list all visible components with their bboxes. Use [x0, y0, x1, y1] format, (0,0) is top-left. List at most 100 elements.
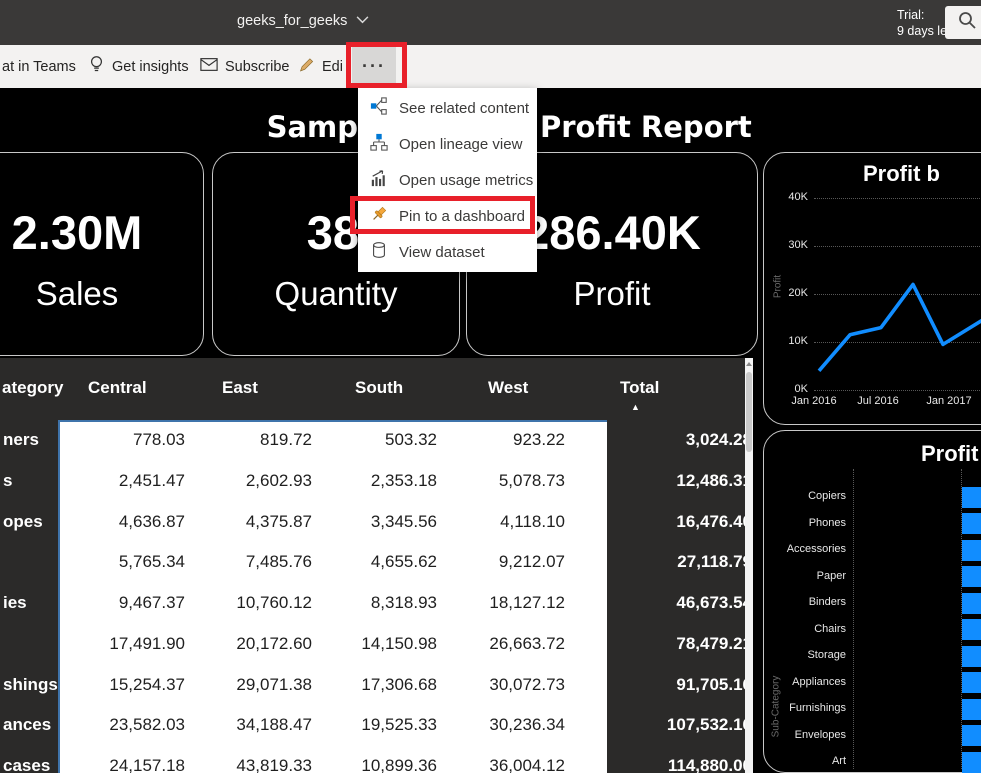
y-gridline-20K — [814, 294, 981, 295]
lightbulb-icon — [88, 55, 105, 78]
more-options-dropdown-menu: See related content Open lineage view Open… — [358, 88, 537, 272]
cell-central: 2,451.47 — [118, 470, 185, 490]
col-header-category[interactable]: ategory — [2, 378, 63, 398]
cell-east: 34,188.47 — [236, 715, 312, 735]
matrix-table-visual[interactable]: ategory Central East South West Total ▲ … — [0, 358, 753, 773]
bar-label-envelopes: Envelopes — [794, 728, 846, 741]
col-header-total[interactable]: Total — [620, 378, 659, 398]
menu-item-label: View dataset — [399, 243, 485, 261]
cell-west: 30,072.73 — [489, 674, 565, 694]
quantity-label: Quantity — [274, 275, 398, 312]
report-name-dropdown[interactable]: geeks_for_geeks — [237, 13, 369, 29]
profit-bar-chart-visual[interactable]: Profit Sub-Category Copiers Phones Accesso… — [763, 430, 981, 773]
search-icon — [957, 10, 977, 35]
cell-east: 7,485.76 — [245, 552, 312, 572]
edit-button[interactable]: Edi — [298, 45, 343, 88]
table-header-row: ategory Central East South West Total ▲ — [0, 358, 753, 420]
table-scrollbar[interactable] — [745, 358, 753, 773]
y-tick-0K: 0K — [794, 383, 808, 395]
cell-west: 30,236.34 — [489, 715, 565, 735]
cell-south: 19,525.33 — [361, 715, 437, 735]
cell-east: 20,172.60 — [236, 633, 312, 653]
cell-west: 36,004.12 — [489, 756, 565, 773]
table-row: opes 4,636.87 4,375.87 3,345.56 4,118.10 16,4… — [0, 502, 753, 543]
y-gridline-10K — [814, 342, 981, 343]
menu-item-label: See related content — [399, 99, 530, 117]
bar-label-chairs: Chairs — [814, 622, 846, 635]
cell-east: 29,071.38 — [236, 674, 312, 694]
more-options-button[interactable]: ··· — [352, 45, 396, 88]
x-tick-Jan-2016: Jan 2016 — [791, 395, 837, 407]
cell-total: 16,476.40 — [676, 511, 752, 531]
usage-metrics-icon — [370, 169, 388, 191]
cell-total: 46,673.54 — [676, 593, 752, 613]
sales-kpi-card[interactable]: 2.30M Sales — [0, 152, 204, 356]
subscribe-button[interactable]: Subscribe — [200, 45, 289, 88]
cell-west: 5,078.73 — [498, 470, 565, 490]
bar-appliances — [962, 672, 981, 693]
scrollbar-thumb[interactable] — [746, 372, 752, 452]
cell-total: 78,479.21 — [676, 633, 752, 653]
pin-icon — [370, 205, 388, 227]
table-row: shings 15,254.37 29,071.38 17,306.68 30,072.… — [0, 665, 753, 706]
chat-in-teams-button[interactable]: at in Teams — [2, 45, 76, 88]
report-name: geeks_for_geeks — [237, 13, 348, 29]
bar-label-storage: Storage — [807, 649, 846, 661]
cell-east: 819.72 — [260, 430, 312, 449]
menu-item-open-usage-metrics[interactable]: Open usage metrics — [358, 162, 537, 198]
sales-label: Sales — [35, 275, 119, 312]
quantity-value: 38 — [306, 206, 359, 259]
sort-ascending-icon[interactable]: ▲ — [631, 402, 640, 412]
bar-accessories — [962, 539, 981, 561]
y-tick-40K: 40K — [788, 191, 808, 203]
col-header-west[interactable]: West — [488, 378, 528, 398]
powerbi-window: geeks_for_geeks Trial: 9 days left at in… — [0, 0, 981, 773]
bar-art — [962, 751, 981, 773]
table-row: cases 24,157.18 43,819.33 10,899.36 36,004.1… — [0, 746, 753, 773]
x-tick-Jan-2017: Jan 2017 — [926, 395, 972, 407]
menu-item-label: Open lineage view — [399, 135, 523, 153]
row-category-label: ances — [3, 715, 52, 735]
profit-label: Profit — [573, 275, 651, 312]
bar-chart-title: Profit — [921, 441, 979, 466]
cell-south: 8,318.93 — [370, 593, 437, 613]
bar-chairs — [962, 619, 981, 640]
cell-west: 9,212.07 — [498, 552, 565, 572]
col-header-central[interactable]: Central — [88, 378, 147, 398]
cell-south: 503.32 — [385, 430, 437, 449]
table-row: ies 9,467.37 10,760.12 8,318.93 18,127.12 46,… — [0, 583, 753, 624]
lineage-icon — [370, 133, 388, 155]
line-chart-title: Profit b — [863, 161, 940, 186]
report-page-title-left-fragment: Samp — [266, 110, 358, 144]
bar-label-accessories: Accessories — [786, 543, 846, 555]
cell-south: 10,899.36 — [361, 756, 437, 773]
table-row: 17,491.90 20,172.60 14,150.98 26,663.72 78,4… — [0, 624, 753, 665]
col-header-east[interactable]: East — [222, 378, 258, 398]
report-page-title-right-fragment: Profit Report — [540, 110, 752, 144]
cell-south: 3,345.56 — [370, 511, 437, 531]
menu-item-label: Pin to a dashboard — [399, 207, 525, 225]
y-tick-30K: 30K — [788, 239, 808, 251]
scrollbar-up-arrow-icon[interactable] — [746, 362, 752, 366]
bar-phones — [962, 513, 981, 534]
table-row: ners 778.03 819.72 503.32 923.22 3,024.28 — [0, 420, 753, 461]
sales-value: 2.30M — [11, 206, 143, 259]
cell-west: 4,118.10 — [500, 511, 565, 531]
menu-item-open-lineage-view[interactable]: Open lineage view — [358, 126, 537, 162]
profit-line-chart-visual[interactable]: Profit b Profit 0K 10K 20K 30K 40K Jan 2016 Ju… — [763, 152, 981, 425]
search-button[interactable] — [945, 6, 981, 39]
pencil-icon — [298, 56, 315, 77]
menu-item-see-related-content[interactable]: See related content — [358, 90, 537, 126]
cell-east: 4,375.87 — [245, 511, 312, 531]
row-category-label: cases — [3, 756, 51, 773]
menu-item-pin-to-a-dashboard[interactable]: Pin to a dashboard — [358, 198, 537, 234]
cell-south: 2,353.18 — [370, 470, 437, 490]
menu-item-view-dataset[interactable]: View dataset — [358, 234, 537, 270]
get-insights-button[interactable]: Get insights — [88, 45, 189, 88]
bar-label-copiers: Copiers — [808, 490, 846, 502]
col-header-south[interactable]: South — [355, 378, 403, 398]
bar-storage — [962, 645, 981, 667]
cell-east: 10,760.12 — [236, 593, 312, 613]
menu-item-label: Open usage metrics — [399, 171, 534, 189]
y-gridline-0K — [814, 390, 981, 391]
